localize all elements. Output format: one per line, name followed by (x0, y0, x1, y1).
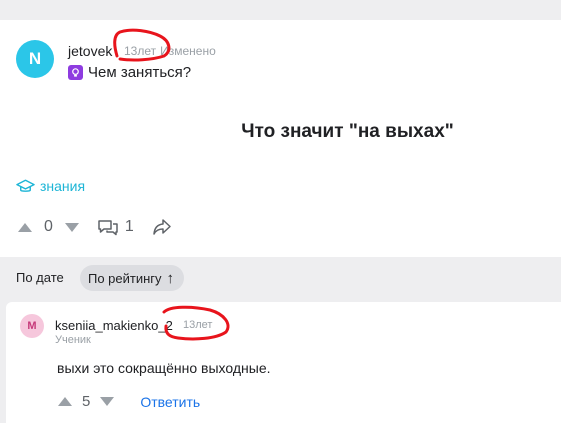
question-time: 13лет (124, 44, 157, 58)
answer-time: 13лет (183, 319, 213, 331)
sort-bar: По дате По рейтингу ↑ (0, 257, 561, 299)
author-name[interactable]: jetovek (68, 43, 112, 59)
reply-button[interactable]: Ответить (140, 394, 200, 410)
question-meta: 13лет Изменено (124, 44, 220, 58)
comment-icon (98, 220, 118, 236)
comment-count: 1 (124, 218, 134, 235)
answer-actions: 5 Ответить (58, 393, 200, 410)
sort-by-date[interactable]: По дате (16, 270, 64, 285)
answer-upvote-button[interactable] (58, 397, 72, 406)
answer-card: M kseniia_makienko_2 13лет Ученик выхи э… (6, 302, 561, 423)
answer-downvote-button[interactable] (100, 397, 115, 406)
question-title: Что значит "на выхах" (241, 121, 454, 142)
arrow-up-icon: ↑ (166, 269, 175, 287)
question-actions: 0 1 (18, 218, 172, 236)
edited-label: Изменено (160, 44, 216, 58)
lightbulb-icon (68, 65, 83, 80)
tag-knowledge[interactable]: знания (16, 178, 85, 194)
tag-label: знания (40, 178, 86, 194)
share-icon[interactable] (152, 218, 172, 236)
question-vote-count: 0 (44, 218, 53, 235)
sort-rating-label: По рейтингу (88, 270, 162, 286)
downvote-button[interactable] (64, 222, 79, 232)
answer-author-name[interactable]: kseniia_makienko_2 (55, 318, 173, 333)
question-card: N jetovek 13лет Изменено Чем заняться? Чт… (0, 20, 561, 257)
comments-button[interactable]: 1 (97, 218, 134, 236)
graduation-cap-icon (16, 179, 35, 192)
answer-text: выхи это сокращённо выходные. (57, 360, 271, 376)
answer-author-avatar[interactable]: M (20, 314, 44, 338)
upvote-button[interactable] (18, 222, 32, 232)
answer-vote-count: 5 (82, 393, 91, 410)
category[interactable]: Чем заняться? (68, 64, 191, 81)
category-label: Чем заняться? (88, 64, 192, 81)
author-avatar[interactable]: N (16, 40, 54, 78)
answer-author-role: Ученик (55, 334, 91, 346)
sort-by-rating[interactable]: По рейтингу ↑ (80, 265, 185, 291)
